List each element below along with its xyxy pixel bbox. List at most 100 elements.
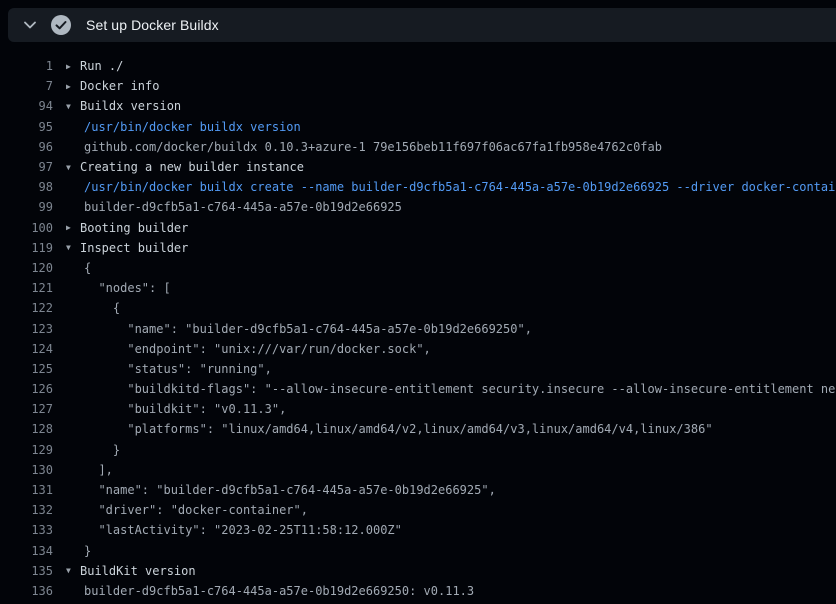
triangle-down-icon: ▼ [66, 102, 80, 111]
log-lines: 1▶Run ./7▶Docker info94▼Buildx version95… [0, 48, 836, 601]
log-line: 127 "buildkit": "v0.11.3", [0, 399, 836, 419]
triangle-down-icon: ▼ [66, 566, 80, 575]
step-title: Set up Docker Buildx [86, 17, 219, 33]
log-text: "lastActivity": "2023-02-25T11:58:12.000… [84, 523, 402, 537]
line-number[interactable]: 128 [0, 422, 53, 436]
log-line: 121 "nodes": [ [0, 278, 836, 298]
log-line-body: } [53, 443, 120, 457]
log-group-row[interactable]: 94 ▼Buildx version [0, 96, 836, 116]
log-line-body: github.com/docker/buildx 0.10.3+azure-1 … [53, 140, 662, 154]
log-text: "endpoint": "unix:///var/run/docker.sock… [84, 342, 431, 356]
log-line-body: "lastActivity": "2023-02-25T11:58:12.000… [53, 523, 402, 537]
log-text: } [84, 544, 91, 558]
line-number[interactable]: 125 [0, 362, 53, 376]
log-line: 99 builder-d9cfb5a1-c764-445a-a57e-0b19d2… [0, 197, 836, 217]
triangle-right-icon: ▶ [66, 62, 80, 71]
triangle-down-icon: ▼ [66, 163, 80, 172]
line-number[interactable]: 120 [0, 261, 53, 275]
log-line-body: /usr/bin/docker buildx version [53, 120, 301, 134]
log-text: "name": "builder-d9cfb5a1-c764-445a-a57e… [84, 322, 532, 336]
line-number[interactable]: 133 [0, 523, 53, 537]
line-number[interactable]: 127 [0, 402, 53, 416]
triangle-right-icon: ▶ [66, 223, 80, 232]
log-text: Buildx version [80, 99, 181, 113]
chevron-down-icon[interactable] [14, 21, 46, 29]
log-group-row[interactable]: 119▼Inspect builder [0, 238, 836, 258]
line-number[interactable]: 95 [0, 120, 53, 134]
line-number[interactable]: 122 [0, 301, 53, 315]
line-number[interactable]: 94 [0, 99, 53, 113]
log-line: 123 "name": "builder-d9cfb5a1-c764-445a-… [0, 318, 836, 338]
log-line-body: builder-d9cfb5a1-c764-445a-a57e-0b19d2e6… [53, 584, 474, 598]
log-line: 98/usr/bin/docker buildx create --name b… [0, 177, 836, 197]
log-line: 125 "status": "running", [0, 359, 836, 379]
log-text: "status": "running", [84, 362, 272, 376]
log-text: "buildkitd-flags": "--allow-insecure-ent… [84, 382, 836, 396]
log-line: 134} [0, 541, 836, 561]
log-text: "platforms": "linux/amd64,linux/amd64/v2… [84, 422, 713, 436]
log-text: "name": "builder-d9cfb5a1-c764-445a-a57e… [84, 483, 496, 497]
log-line-body: ▶Run ./ [53, 59, 123, 73]
line-number[interactable]: 99 [0, 200, 53, 214]
line-number[interactable]: 7 [0, 79, 53, 93]
log-line: 95/usr/bin/docker buildx version [0, 117, 836, 137]
line-number[interactable]: 123 [0, 322, 53, 336]
log-line-body: "name": "builder-d9cfb5a1-c764-445a-a57e… [53, 483, 496, 497]
line-number[interactable]: 134 [0, 544, 53, 558]
log-text: Creating a new builder instance [80, 160, 304, 174]
triangle-down-icon: ▼ [66, 243, 80, 252]
log-group-row[interactable]: 135▼BuildKit version [0, 561, 836, 581]
line-number[interactable]: 100 [0, 221, 53, 235]
line-number[interactable]: 97 [0, 160, 53, 174]
log-line-body: ▼Inspect builder [53, 241, 188, 255]
log-text: /usr/bin/docker buildx version [84, 120, 301, 134]
log-line-body: ▼BuildKit version [53, 564, 196, 578]
log-line-body: /usr/bin/docker buildx create --name bui… [53, 180, 836, 194]
log-line: 131 "name": "builder-d9cfb5a1-c764-445a-… [0, 480, 836, 500]
log-line-body: { [53, 261, 91, 275]
log-text: } [84, 443, 120, 457]
line-number[interactable]: 132 [0, 503, 53, 517]
log-line-body: } [53, 544, 91, 558]
log-group-row[interactable]: 1▶Run ./ [0, 56, 836, 76]
log-line-body: "endpoint": "unix:///var/run/docker.sock… [53, 342, 431, 356]
log-text: "driver": "docker-container", [84, 503, 308, 517]
log-line: 129 } [0, 440, 836, 460]
step-header[interactable]: Set up Docker Buildx [8, 8, 836, 42]
line-number[interactable]: 136 [0, 584, 53, 598]
line-number[interactable]: 124 [0, 342, 53, 356]
line-number[interactable]: 131 [0, 483, 53, 497]
line-number[interactable]: 98 [0, 180, 53, 194]
log-text: "nodes": [ [84, 281, 171, 295]
line-number[interactable]: 1 [0, 59, 53, 73]
line-number[interactable]: 119 [0, 241, 53, 255]
log-text: Booting builder [80, 221, 188, 235]
log-text: "buildkit": "v0.11.3", [84, 402, 286, 416]
triangle-right-icon: ▶ [66, 82, 80, 91]
log-group-row[interactable]: 7 ▶Docker info [0, 76, 836, 96]
log-line: 133 "lastActivity": "2023-02-25T11:58:12… [0, 520, 836, 540]
log-text: builder-d9cfb5a1-c764-445a-a57e-0b19d2e6… [84, 200, 402, 214]
log-line: 122 { [0, 298, 836, 318]
log-text: builder-d9cfb5a1-c764-445a-a57e-0b19d2e6… [84, 584, 474, 598]
log-group-row[interactable]: 100 ▶Booting builder [0, 218, 836, 238]
log-line: 126 "buildkitd-flags": "--allow-insecure… [0, 379, 836, 399]
log-text: Run ./ [80, 59, 123, 73]
line-number[interactable]: 121 [0, 281, 53, 295]
line-number[interactable]: 135 [0, 564, 53, 578]
check-circle-icon [50, 14, 72, 36]
log-line-body: "buildkit": "v0.11.3", [53, 402, 286, 416]
line-number[interactable]: 126 [0, 382, 53, 396]
log-text: Inspect builder [80, 241, 188, 255]
log-line-body: "buildkitd-flags": "--allow-insecure-ent… [53, 382, 836, 396]
log-line: 130 ], [0, 460, 836, 480]
log-line: 124 "endpoint": "unix:///var/run/docker.… [0, 339, 836, 359]
log-group-row[interactable]: 97▼Creating a new builder instance [0, 157, 836, 177]
log-text: { [84, 301, 120, 315]
log-text: Docker info [80, 79, 159, 93]
line-number[interactable]: 130 [0, 463, 53, 477]
line-number[interactable]: 96 [0, 140, 53, 154]
line-number[interactable]: 129 [0, 443, 53, 457]
log-line-body: "platforms": "linux/amd64,linux/amd64/v2… [53, 422, 713, 436]
log-line-body: ▼Creating a new builder instance [53, 160, 304, 174]
